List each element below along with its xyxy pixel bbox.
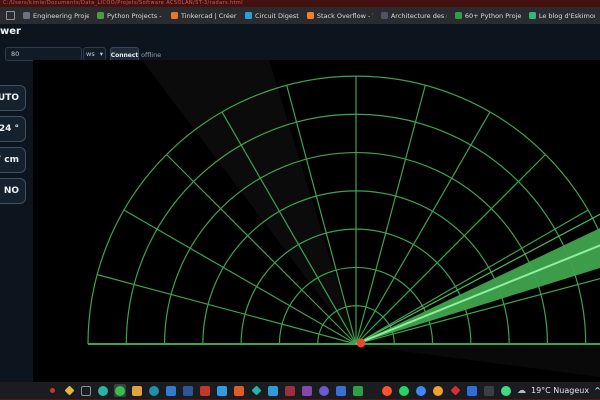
outlook-icon[interactable] — [165, 384, 177, 397]
task-view-icon[interactable] — [80, 384, 92, 397]
eskimon-blog-favicon — [528, 12, 536, 19]
app-violet-icon[interactable] — [318, 384, 330, 397]
bookmark-item[interactable]: Engineering Projects — [23, 12, 89, 20]
ubuntu-icon[interactable] — [233, 384, 245, 397]
bookmark-label: Tinkercad | Créer de... — [181, 11, 237, 20]
bookmark-label: Engineering Projects — [33, 11, 89, 20]
architecture-favicon — [380, 12, 388, 19]
radar-app-page: wer ws ▾ Connect offline AUTO 24 ° 7 cm NO — [0, 24, 600, 382]
bookmark-label: 60+ Python Projects... — [464, 11, 521, 20]
bookmark-label: Architecture des mi... — [390, 11, 447, 20]
app-green-icon[interactable] — [352, 384, 364, 397]
protocol-value: ws — [86, 50, 95, 58]
bookmark-item[interactable]: Tinkercad | Créer de... — [171, 12, 237, 20]
chrome-beta-icon[interactable] — [432, 384, 444, 397]
stack-overflow-favicon — [306, 12, 314, 19]
radar-display-canvas — [33, 60, 600, 382]
bookmarks-bar: Engineering Projects Python Projects - Be… — [0, 7, 600, 24]
bookmark-item[interactable]: Le blog d'Eskimon — [528, 11, 595, 20]
visual-studio-icon[interactable] — [284, 384, 296, 397]
chrome-icon[interactable] — [415, 384, 427, 397]
app-purple-icon[interactable] — [301, 384, 313, 397]
red-diamond-icon[interactable] — [449, 384, 461, 397]
circuit-digest-favicon — [245, 12, 252, 19]
app-blue2-icon[interactable] — [466, 384, 478, 397]
chevron-down-icon: ▾ — [99, 50, 103, 58]
window-path-bar: C:/Users/kimle/Documents/Data_LICOO/Proj… — [0, 0, 600, 7]
port-input[interactable] — [5, 47, 82, 61]
protocol-select[interactable]: ws ▾ — [83, 47, 106, 61]
bookmark-label: Le blog d'Eskimon — [538, 11, 595, 20]
whatsapp-icon[interactable] — [398, 384, 410, 397]
connection-status: offline — [141, 51, 162, 59]
sidebar-value-auto[interactable]: AUTO — [0, 85, 26, 111]
file-explorer-icon[interactable] — [131, 384, 143, 397]
word-icon[interactable] — [182, 384, 194, 397]
connect-label: Connect — [110, 51, 139, 59]
bookmark-label: Circuit Digest — [255, 11, 299, 20]
bookmark-item[interactable]: Python Projects - Be... — [97, 12, 163, 20]
brave-icon[interactable] — [381, 384, 393, 397]
tray-chevron-up-icon[interactable]: ^ — [594, 386, 600, 395]
edge-sphere-icon[interactable] — [97, 384, 109, 397]
bookmark-label: Python Projects - Be... — [107, 11, 163, 20]
tinkercad-favicon — [171, 12, 178, 19]
system-tray: ☁ 19°C Nuageux ^ ◀ ☁ — [517, 386, 600, 396]
sidebar-value-7-cm[interactable]: 7 cm — [0, 147, 26, 173]
teal-diamond-icon[interactable] — [250, 384, 262, 397]
page-title: wer — [0, 26, 21, 37]
sidebar-value-24-[interactable]: 24 ° — [0, 116, 26, 142]
bookmark-label: Stack Overflow - W... — [316, 11, 373, 20]
app-red-icon[interactable] — [199, 384, 211, 397]
apps-grid-icon[interactable] — [6, 11, 15, 20]
app-dark-icon[interactable] — [483, 384, 495, 397]
weather-text[interactable]: 19°C Nuageux — [531, 386, 589, 395]
vscode-icon[interactable] — [267, 384, 279, 397]
green-dot-icon[interactable] — [500, 384, 512, 397]
weather-cloud-icon[interactable]: ☁ — [517, 386, 526, 396]
python-60-favicon — [454, 12, 462, 19]
python-projects-favicon — [97, 12, 104, 19]
copilot-icon[interactable] — [63, 384, 75, 397]
windows-taskbar: ☁ 19°C Nuageux ^ ◀ ☁ — [0, 382, 600, 399]
sidebar-value-no[interactable]: NO — [0, 178, 26, 204]
bookmark-item[interactable]: Circuit Digest — [245, 12, 299, 20]
engineering-projects-favicon — [23, 12, 30, 19]
app-blue-icon[interactable] — [335, 384, 347, 397]
bookmark-item[interactable]: Stack Overflow - W... — [306, 11, 373, 20]
bookmark-item[interactable]: Architecture des mi... — [380, 11, 447, 20]
active-app-icon[interactable] — [114, 384, 126, 397]
record-dot-icon[interactable] — [46, 384, 58, 397]
photos-icon[interactable] — [216, 384, 228, 397]
bookmark-item[interactable]: 60+ Python Projects... — [454, 11, 521, 20]
app-sphere-icon[interactable] — [148, 384, 160, 397]
file-path-text: C:/Users/kimle/Documents/Data_LICOO/Proj… — [3, 0, 243, 6]
